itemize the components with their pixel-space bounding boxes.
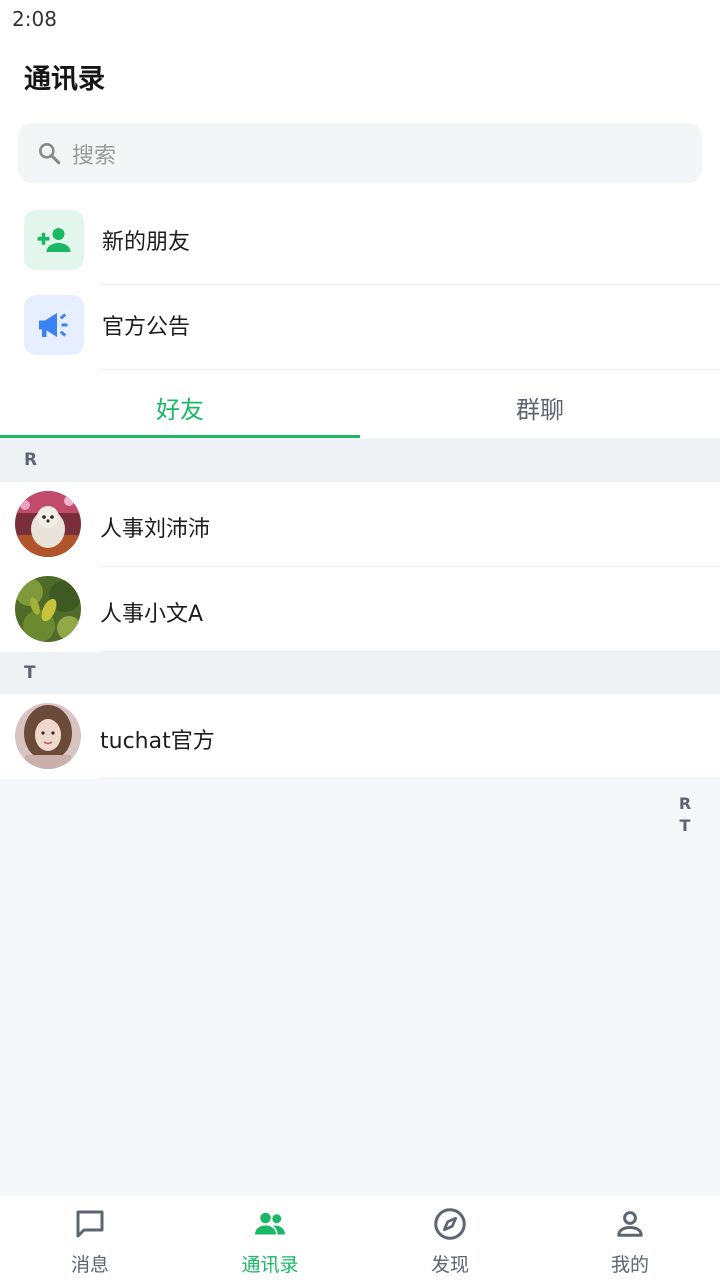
contacts-icon: [255, 1212, 285, 1235]
page-title: 通讯录: [24, 64, 105, 95]
new-friends-label: 新的朋友: [102, 230, 191, 255]
index-letter-r[interactable]: R: [678, 793, 692, 815]
avatar: [15, 491, 81, 557]
nav-profile-label: 我的: [610, 1254, 649, 1276]
section-letter: R: [24, 450, 38, 470]
avatar: [15, 576, 81, 642]
nav-profile[interactable]: 我的: [540, 1196, 720, 1280]
divider: [100, 778, 720, 779]
contact-row[interactable]: tuchat官方: [0, 694, 720, 779]
tab-active-indicator: [0, 435, 360, 438]
status-bar: 2:08: [0, 0, 720, 40]
chat-icon: [76, 1210, 104, 1238]
contact-name: tuchat官方: [100, 729, 215, 754]
new-friends-entry[interactable]: 新的朋友: [0, 200, 720, 285]
status-time: 2:08: [12, 7, 57, 31]
new-friends-icon-tile: [24, 210, 84, 270]
section-header-r: R: [0, 439, 720, 482]
avatar: [15, 703, 81, 769]
nav-contacts[interactable]: 通讯录: [180, 1196, 360, 1280]
bottom-nav: 消息 通讯录 发现 我的: [0, 1196, 720, 1280]
tab-friends[interactable]: 好友: [0, 368, 360, 438]
megaphone-icon: [39, 313, 68, 337]
official-announcements-entry[interactable]: 官方公告: [0, 285, 720, 370]
tab-groups[interactable]: 群聊: [360, 368, 720, 438]
nav-contacts-label: 通讯录: [241, 1254, 299, 1276]
nav-messages[interactable]: 消息: [0, 1196, 180, 1280]
nav-discover[interactable]: 发现: [360, 1196, 540, 1280]
contact-row[interactable]: 人事小文A: [0, 567, 720, 652]
compass-icon: [434, 1208, 466, 1240]
alphabet-index: R T: [678, 793, 692, 837]
tab-groups-label: 群聊: [516, 396, 564, 424]
contact-name: 人事刘沛沛: [100, 517, 211, 542]
announcement-icon-tile: [24, 295, 84, 355]
section-letter: T: [24, 663, 36, 683]
contacts-tabs: 好友 群聊: [0, 368, 720, 438]
nav-discover-label: 发现: [430, 1254, 469, 1276]
official-announcements-label: 官方公告: [102, 315, 191, 340]
contact-row[interactable]: 人事刘沛沛: [0, 482, 720, 567]
search-icon: [39, 143, 61, 165]
search-placeholder: 搜索: [72, 144, 117, 169]
search-input[interactable]: 搜索: [18, 123, 702, 183]
person-add-icon: [37, 228, 71, 252]
index-letter-t[interactable]: T: [678, 815, 692, 837]
profile-icon: [617, 1211, 643, 1237]
tab-friends-label: 好友: [156, 396, 204, 424]
contact-name: 人事小文A: [100, 602, 204, 627]
top-area: 通讯录 搜索 新的朋友 官方公告 好友 群聊: [0, 40, 720, 438]
nav-messages-label: 消息: [70, 1254, 109, 1276]
section-header-t: T: [0, 652, 720, 695]
